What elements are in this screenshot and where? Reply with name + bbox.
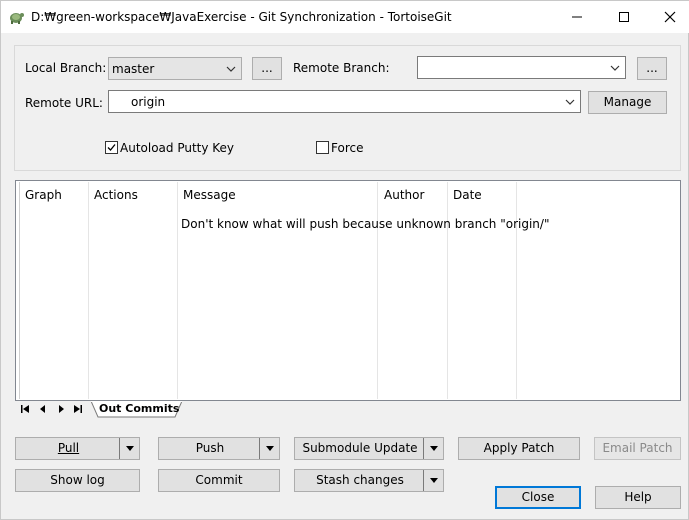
list-status-message: Don't know what will push because unknow… [181,217,550,231]
title-bar: D:₩green-workspace₩JavaExercise - Git Sy… [1,1,689,33]
apply-patch-button[interactable]: Apply Patch [458,437,580,460]
caret-down-icon [265,446,274,451]
checkmark-icon [107,144,116,151]
local-branch-combo[interactable]: master [108,57,242,80]
autoload-putty-key-checkbox[interactable] [105,141,118,154]
window-title: D:₩green-workspace₩JavaExercise - Git Sy… [31,10,452,24]
column-header-date[interactable]: Date [453,182,482,208]
column-divider [177,182,178,399]
column-header-author[interactable]: Author [384,182,424,208]
chevron-down-icon [610,65,620,71]
minimize-icon [572,16,582,18]
tortoisegit-icon [10,13,24,24]
column-divider [377,182,378,399]
previous-tab-icon[interactable] [37,403,49,415]
tab-out-commits[interactable]: Out Commits [91,401,182,418]
force-checkbox[interactable] [316,141,329,154]
force-label[interactable]: Force [331,140,363,156]
caret-down-icon [429,478,438,483]
caret-down-icon [429,446,438,451]
commit-button[interactable]: Commit [158,469,280,492]
manage-button[interactable]: Manage [588,91,667,114]
stash-changes-button[interactable]: Stash changes [294,469,444,492]
remote-branch-browse-button[interactable]: ... [637,57,667,80]
last-tab-icon[interactable] [72,403,84,415]
next-tab-icon[interactable] [55,403,67,415]
email-patch-button[interactable]: Email Patch [594,437,681,460]
remote-branch-combo[interactable] [417,56,626,79]
remote-url-value: origin [131,95,166,109]
help-button[interactable]: Help [595,486,681,509]
commit-list[interactable]: Graph Actions Message Author Date Don't … [15,180,681,401]
push-button[interactable]: Push [158,437,280,460]
first-tab-icon[interactable] [19,403,31,415]
column-divider [516,182,517,399]
minimize-button[interactable] [554,1,600,33]
tab-strip: Out Commits [15,401,681,419]
submodule-update-button[interactable]: Submodule Update [294,437,444,460]
close-icon [664,11,676,23]
column-header-message[interactable]: Message [183,182,236,208]
show-log-button[interactable]: Show log [15,469,140,492]
git-sync-window: D:₩green-workspace₩JavaExercise - Git Sy… [0,0,689,520]
submodule-update-label: Submodule Update [302,441,418,455]
pull-label: Pull [57,441,80,455]
chevron-down-icon [565,99,575,105]
column-header-graph[interactable]: Graph [25,182,62,208]
tab-label: Out Commits [99,402,180,415]
close-button[interactable]: Close [495,486,581,509]
column-divider [447,182,448,399]
close-window-button[interactable] [647,1,689,33]
local-branch-value: master [112,62,155,76]
push-dropdown[interactable] [259,438,279,459]
autoload-putty-key-label[interactable]: Autoload Putty Key [120,140,234,156]
remote-url-label: Remote URL: [25,96,103,110]
stash-changes-label: Stash changes [316,473,404,487]
submodule-update-dropdown[interactable] [423,438,443,459]
maximize-button[interactable] [601,1,647,33]
local-branch-browse-button[interactable]: ... [252,57,282,80]
column-header-actions[interactable]: Actions [94,182,138,208]
commit-list-body: Graph Actions Message Author Date Don't … [19,182,678,399]
caret-down-icon [125,446,134,451]
column-divider [88,182,89,399]
local-branch-label: Local Branch: [25,61,107,75]
remote-branch-label: Remote Branch: [293,61,390,75]
push-label: Push [195,441,225,455]
remote-url-combo[interactable]: origin [108,90,581,113]
stash-changes-dropdown[interactable] [423,470,443,491]
chevron-down-icon [226,66,236,72]
settings-group: Local Branch: master ... Remote Branch: … [14,45,681,171]
maximize-icon [619,12,629,22]
pull-button[interactable]: Pull [15,437,140,460]
pull-dropdown[interactable] [119,438,139,459]
